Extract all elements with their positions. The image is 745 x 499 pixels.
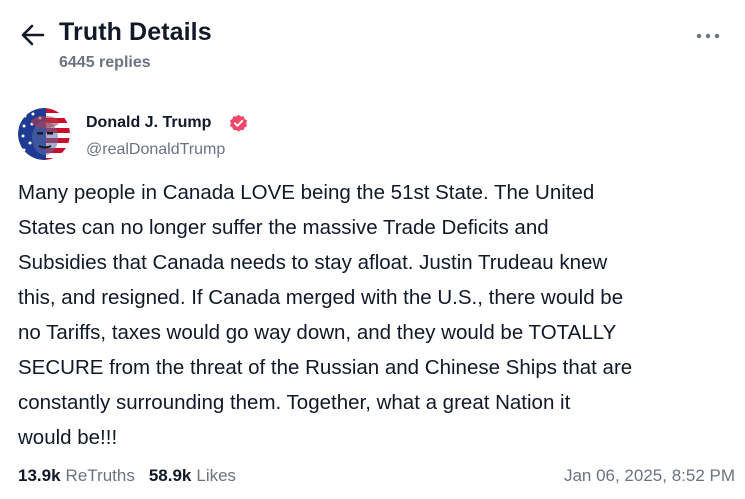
back-button[interactable]	[18, 20, 48, 50]
author-handle[interactable]: @realDonaldTrump	[86, 141, 225, 159]
author-row: Donald J. Trump @realDonaldTrump	[18, 108, 618, 164]
avatar[interactable]	[18, 108, 70, 160]
avatar-image	[18, 108, 70, 160]
post-timestamp: Jan 06, 2025, 8:52 PM	[563, 466, 735, 485]
retruths-label: ReTruths	[65, 466, 135, 485]
arrow-left-icon	[21, 24, 45, 46]
retruths-stat[interactable]: 13.9k ReTruths	[18, 466, 135, 486]
likes-label: Likes	[196, 466, 237, 485]
retruths-count: 13.9k	[18, 466, 61, 485]
likes-count: 58.9k	[148, 466, 192, 485]
post-text: Many people in Canada LOVE being the 51s…	[18, 181, 633, 449]
replies-count: 6445 replies	[59, 54, 151, 71]
more-horizontal-icon	[696, 33, 720, 39]
post-stats: 13.9k ReTruths 58.9k Likes	[18, 466, 236, 486]
header: Truth Details 6445 replies	[0, 0, 745, 90]
likes-stat[interactable]: 58.9k Likes	[149, 466, 236, 486]
verified-badge-icon	[229, 114, 248, 132]
more-options-button[interactable]	[693, 22, 723, 50]
author-name[interactable]: Donald J. Trump	[86, 114, 211, 132]
page-title: Truth Details	[59, 18, 212, 46]
